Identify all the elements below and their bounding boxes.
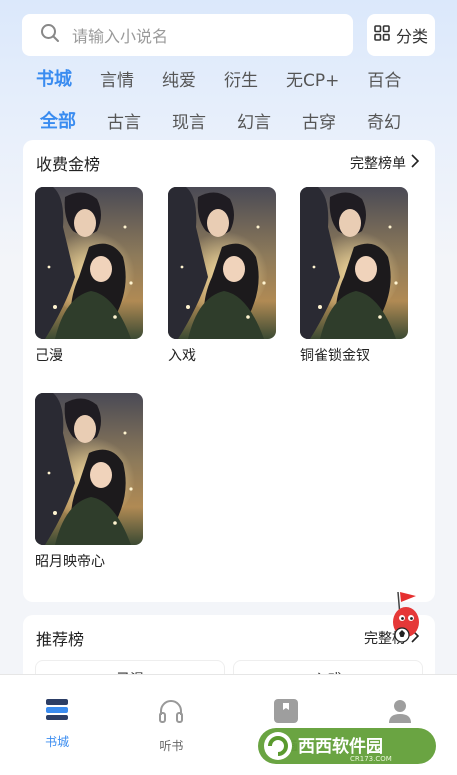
tab-romance[interactable]: 言情 [100,66,134,91]
nav-bookstore-label: 书城 [45,735,70,749]
watermark-logo: 西西软件园 CR173.COM [258,726,436,766]
category-button[interactable]: 分类 [367,14,435,56]
nav-bookstore[interactable]: 书城 [0,675,114,775]
tab-no-cp[interactable]: 无CP+ [286,66,339,91]
book-title: 入戏 [168,348,196,364]
book-cover [168,187,276,339]
book-item[interactable]: 昭月映帝心 [35,393,143,571]
subtab-modern[interactable]: 现言 [172,108,206,133]
subtab-fantasy[interactable]: 奇幻 [367,108,401,133]
recommend-ranking-header: 推荐榜 完整榜 [36,627,420,649]
recommend-ranking-title: 推荐榜 [36,630,85,649]
sub-tabs: 全部 古言 现言 幻言 古穿 奇幻 [40,106,441,134]
nav-audiobook[interactable]: 听书 [114,675,228,775]
mascot-sticker[interactable] [384,588,440,650]
nav-audiobook-label: 听书 [159,739,184,753]
top-bar: 请输入小说名 分类 [22,14,436,58]
book-title: 铜雀锁金钗 [300,348,370,364]
tab-bl[interactable]: 纯爱 [162,66,196,91]
book-title: 己漫 [35,348,63,364]
paid-ranking-card: 收费金榜 完整榜单 己漫 入戏 铜雀锁金钗 昭月映帝心 [23,140,435,602]
grid-icon [374,25,390,45]
bookstore-icon [44,697,70,725]
subtab-all[interactable]: 全部 [40,107,76,133]
profile-icon [386,697,414,729]
svg-text:CR173.COM: CR173.COM [350,755,392,763]
svg-text:西西软件园: 西西软件园 [298,736,383,757]
subtab-time-travel[interactable]: 古穿 [302,108,336,133]
tab-derivative[interactable]: 衍生 [224,66,258,91]
tab-bookstore[interactable]: 书城 [36,65,72,91]
book-item[interactable]: 己漫 [35,187,143,365]
category-label: 分类 [395,27,428,46]
paid-ranking-title: 收费金榜 [36,155,101,174]
main-tabs: 书城 言情 纯爱 衍生 无CP+ 百合 [36,64,441,92]
book-item[interactable]: 铜雀锁金钗 [300,187,408,365]
search-icon [40,23,60,47]
book-title: 昭月映帝心 [35,554,105,570]
book-cover [35,187,143,339]
book-cover [300,187,408,339]
subtab-fantasy-romance[interactable]: 幻言 [237,108,271,133]
search-input[interactable]: 请输入小说名 [22,14,353,56]
full-ranking-label: 完整榜单 [350,156,406,172]
chevron-right-icon [410,154,420,172]
full-ranking-link[interactable]: 完整榜单 [350,153,420,173]
book-item[interactable]: 入戏 [168,187,276,365]
paid-ranking-header: 收费金榜 完整榜单 [36,152,420,174]
subtab-ancient[interactable]: 古言 [107,108,141,133]
headphones-icon [157,697,185,729]
book-cover [35,393,143,545]
comic-icon [272,697,300,729]
search-placeholder: 请输入小说名 [72,27,169,46]
tab-gl[interactable]: 百合 [367,66,401,91]
